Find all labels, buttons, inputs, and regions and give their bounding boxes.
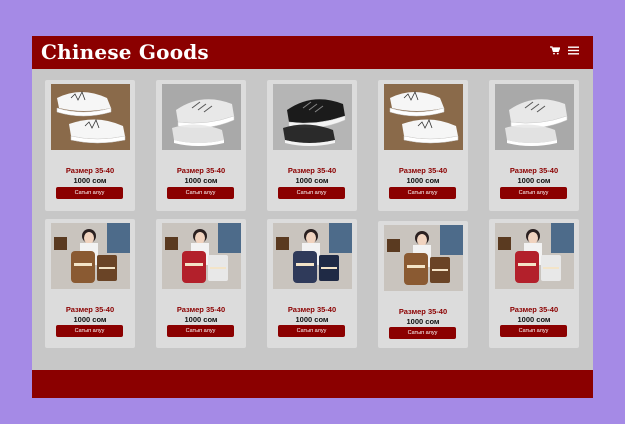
product-card[interactable]: Размер 35-40 1000 сом Сатып алуу xyxy=(267,80,357,211)
product-size: Размер 35-40 xyxy=(398,307,448,316)
product-card[interactable]: Размер 35-40 1000 сом Сатып алуу xyxy=(156,80,246,211)
buy-button[interactable]: Сатып алуу xyxy=(389,187,456,199)
product-size: Размер 35-40 xyxy=(176,166,226,175)
site-header: Chinese Goods xyxy=(32,36,593,69)
buy-button[interactable]: Сатып алуу xyxy=(167,187,234,199)
product-image-backpack-set[interactable] xyxy=(273,223,352,289)
product-size: Размер 35-40 xyxy=(65,305,115,314)
product-image-sneakers[interactable] xyxy=(51,84,130,150)
product-card[interactable]: Размер 35-40 1000 сом Сатып алуу xyxy=(267,219,357,348)
product-card[interactable]: Размер 35-40 1000 сом Сатып алуу xyxy=(378,80,468,211)
product-price: 1000 сом xyxy=(73,315,107,324)
product-image-backpack-set[interactable] xyxy=(51,223,130,289)
product-image-backpack-set[interactable] xyxy=(495,223,574,289)
product-image-sneakers[interactable] xyxy=(273,84,352,150)
product-image-sneakers[interactable] xyxy=(162,84,241,150)
cart-icon[interactable] xyxy=(550,46,560,55)
product-price: 1000 сом xyxy=(517,315,551,324)
brand-logo[interactable]: Chinese Goods xyxy=(41,40,209,64)
product-image-sneakers[interactable] xyxy=(495,84,574,150)
product-card[interactable]: Размер 35-40 1000 сом Сатып алуу xyxy=(45,80,135,211)
buy-button[interactable]: Сатып алуу xyxy=(56,325,123,337)
buy-button[interactable]: Сатып алуу xyxy=(56,187,123,199)
product-price: 1000 сом xyxy=(406,317,440,326)
site-footer xyxy=(32,370,593,398)
buy-button[interactable]: Сатып алуу xyxy=(278,187,345,199)
buy-button[interactable]: Сатып алуу xyxy=(500,325,567,337)
product-image-backpack-set[interactable] xyxy=(162,223,241,289)
buy-button[interactable]: Сатып алуу xyxy=(278,325,345,337)
product-size: Размер 35-40 xyxy=(65,166,115,175)
product-image-sneakers[interactable] xyxy=(384,84,463,150)
product-card[interactable]: Размер 35-40 1000 сом Сатып алуу xyxy=(489,219,579,348)
buy-button[interactable]: Сатып алуу xyxy=(500,187,567,199)
product-size: Размер 35-40 xyxy=(509,305,559,314)
product-price: 1000 сом xyxy=(295,176,329,185)
product-size: Размер 35-40 xyxy=(176,305,226,314)
product-card[interactable]: Размер 35-40 1000 сом Сатып алуу xyxy=(156,219,246,348)
product-size: Размер 35-40 xyxy=(287,305,337,314)
product-size: Размер 35-40 xyxy=(398,166,448,175)
product-size: Размер 35-40 xyxy=(509,166,559,175)
product-price: 1000 сом xyxy=(184,315,218,324)
product-price: 1000 сом xyxy=(406,176,440,185)
page-container: Chinese Goods Размер 35-40 1000 сом Саты… xyxy=(32,36,593,398)
product-price: 1000 сом xyxy=(295,315,329,324)
product-size: Размер 35-40 xyxy=(287,166,337,175)
product-price: 1000 сом xyxy=(73,176,107,185)
product-price: 1000 сом xyxy=(184,176,218,185)
product-image-backpack-set[interactable] xyxy=(384,225,463,291)
menu-icon[interactable] xyxy=(568,46,579,55)
buy-button[interactable]: Сатып алуу xyxy=(389,327,456,339)
product-card[interactable]: Размер 35-40 1000 сом Сатып алуу xyxy=(489,80,579,211)
product-card[interactable]: Размер 35-40 1000 сом Сатып алуу xyxy=(45,219,135,348)
product-card[interactable]: Размер 35-40 1000 сом Сатып алуу xyxy=(378,221,468,348)
product-price: 1000 сом xyxy=(517,176,551,185)
buy-button[interactable]: Сатып алуу xyxy=(167,325,234,337)
